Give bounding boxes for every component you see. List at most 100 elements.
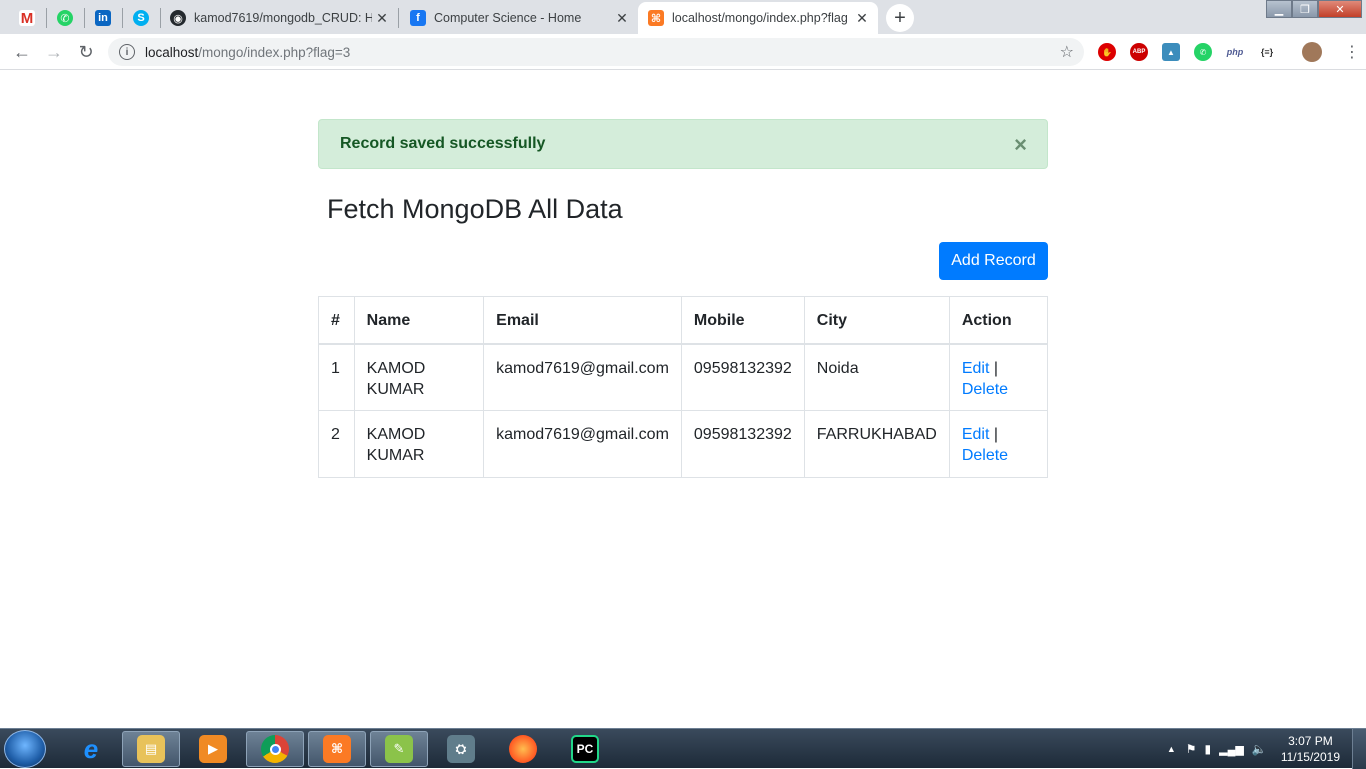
clock-date: 11/15/2019 <box>1280 750 1340 764</box>
json-extension-icon[interactable]: {≡} <box>1258 43 1276 61</box>
gmail-icon: M <box>19 9 35 27</box>
internet-explorer-icon: e <box>83 733 99 764</box>
tab-title: kamod7619/mongodb_CRUD: He <box>194 11 372 25</box>
show-desktop-button[interactable] <box>1352 729 1366 769</box>
column-header: Action <box>948 296 1049 345</box>
firefox-icon <box>509 735 537 763</box>
stop-extension-icon[interactable]: ✋ <box>1098 43 1116 61</box>
row-email: kamod7619@gmail.com <box>483 410 682 478</box>
taskbar-network[interactable]: ⛭ <box>432 731 490 767</box>
reload-icon[interactable]: ↻ <box>74 40 98 64</box>
row-mobile: 09598132392 <box>680 410 805 478</box>
row-city: Noida <box>803 343 950 411</box>
facebook-icon: f <box>410 10 426 26</box>
close-tab-icon[interactable]: ✕ <box>612 10 632 27</box>
taskbar-firefox[interactable] <box>494 731 552 767</box>
action-separator: | <box>993 426 999 443</box>
row-number: 2 <box>318 410 355 478</box>
column-header: Email <box>483 296 682 345</box>
row-city: FARRUKHABAD <box>803 410 950 478</box>
delete-link[interactable]: Delete <box>962 447 1008 464</box>
add-record-button[interactable]: Add Record <box>939 242 1048 280</box>
alert-message: Record saved successfully <box>340 135 546 152</box>
close-icon[interactable]: × <box>1014 132 1027 158</box>
column-header: # <box>318 296 355 345</box>
whatsapp-icon: ✆ <box>57 10 73 26</box>
tab-skype[interactable]: S <box>122 2 160 34</box>
xampp-icon: ⌘ <box>648 10 664 26</box>
success-alert: Record saved successfully × <box>318 119 1048 169</box>
address-bar[interactable]: i localhost/mongo/index.php?flag=3 ☆ <box>108 38 1084 66</box>
url-path: /mongo/index.php?flag=3 <box>198 44 351 60</box>
back-icon[interactable]: ← <box>10 40 34 64</box>
row-name: KAMOD KUMAR <box>353 343 485 411</box>
taskbar-chrome[interactable] <box>246 731 304 767</box>
tab-localhost[interactable]: ⌘ localhost/mongo/index.php?flag ✕ <box>638 2 878 34</box>
xampp-icon: ⌘ <box>323 735 351 763</box>
drive-extension-icon[interactable]: ▲ <box>1162 43 1180 61</box>
bookmark-star-icon[interactable]: ☆ <box>1060 42 1074 62</box>
profile-avatar[interactable] <box>1302 42 1322 62</box>
media-player-icon: ▶ <box>199 735 227 763</box>
tab-linkedin[interactable]: in <box>84 2 122 34</box>
action-separator: | <box>993 359 999 377</box>
folder-icon: ▤ <box>137 735 165 763</box>
taskbar-pycharm[interactable]: PC <box>556 731 614 767</box>
edit-link[interactable]: Edit <box>962 360 990 377</box>
table-row: 2 KAMOD KUMAR kamod7619@gmail.com 095981… <box>318 410 1049 478</box>
network-icon: ⛭ <box>447 735 475 763</box>
row-name: KAMOD KUMAR <box>353 410 485 478</box>
close-tab-icon[interactable]: ✕ <box>852 10 872 27</box>
table-row: 1 KAMOD KUMAR kamod7619@gmail.com 095981… <box>318 343 1049 411</box>
taskbar-notepad[interactable]: ✎ <box>370 731 428 767</box>
tab-whatsapp[interactable]: ✆ <box>46 2 84 34</box>
page-content: Record saved successfully × Fetch MongoD… <box>0 70 1366 728</box>
minimize-icon[interactable]: ▁ <box>1266 0 1292 18</box>
chrome-icon <box>261 735 289 763</box>
taskbar-xampp[interactable]: ⌘ <box>308 731 366 767</box>
system-tray: ▲ ⚑ ▮ ▂▄▆ 🔈 3:07 PM 11/15/2019 <box>1167 729 1366 769</box>
signal-icon[interactable]: ▂▄▆ <box>1219 743 1244 756</box>
window-controls: ▁ ❐ ✕ <box>1266 0 1362 18</box>
taskbar-explorer[interactable]: ▤ <box>122 731 180 767</box>
menu-icon[interactable]: ⋮ <box>1340 40 1364 64</box>
power-icon[interactable]: ▮ <box>1205 742 1212 756</box>
delete-link[interactable]: Delete <box>962 381 1008 398</box>
row-number: 1 <box>318 343 355 411</box>
php-extension-icon[interactable]: php <box>1226 43 1244 61</box>
browser-toolbar: ← → ↻ i localhost/mongo/index.php?flag=3… <box>0 34 1366 70</box>
table-header-row: # Name Email Mobile City Action <box>318 296 1049 345</box>
info-icon[interactable]: i <box>119 44 135 60</box>
tab-title: localhost/mongo/index.php?flag <box>672 11 848 25</box>
page-title: Fetch MongoDB All Data <box>327 194 623 224</box>
notepad-icon: ✎ <box>385 735 413 763</box>
action-center-icon[interactable]: ⚑ <box>1186 742 1197 756</box>
url-host: localhost <box>145 44 199 60</box>
edit-link[interactable]: Edit <box>962 426 990 443</box>
taskbar-ie[interactable]: e <box>62 731 120 767</box>
row-actions: Edit | Delete <box>948 343 1049 411</box>
tray-expand-icon[interactable]: ▲ <box>1167 744 1176 754</box>
volume-icon[interactable]: 🔈 <box>1252 742 1267 756</box>
column-header: Mobile <box>680 296 805 345</box>
taskbar-media[interactable]: ▶ <box>184 731 242 767</box>
column-header: Name <box>353 296 485 345</box>
linkedin-icon: in <box>95 10 111 26</box>
row-actions: Edit | Delete <box>948 410 1049 478</box>
records-table: # Name Email Mobile City Action 1 KAMOD … <box>318 296 1049 478</box>
whatsapp-extension-icon[interactable]: ✆ <box>1194 43 1212 61</box>
clock[interactable]: 3:07 PM 11/15/2019 <box>1281 733 1340 765</box>
start-button[interactable] <box>4 730 46 768</box>
maximize-icon[interactable]: ❐ <box>1292 0 1318 18</box>
forward-icon[interactable]: → <box>42 40 66 64</box>
adblock-icon[interactable]: ABP <box>1130 43 1148 61</box>
close-window-icon[interactable]: ✕ <box>1318 0 1362 18</box>
tab-github[interactable]: ◉ kamod7619/mongodb_CRUD: He ✕ <box>160 2 398 34</box>
row-email: kamod7619@gmail.com <box>483 343 682 411</box>
close-tab-icon[interactable]: ✕ <box>372 10 392 27</box>
pycharm-icon: PC <box>571 735 599 763</box>
tab-gmail[interactable]: M <box>8 2 46 34</box>
github-icon: ◉ <box>170 10 186 26</box>
tab-facebook[interactable]: f Computer Science - Home ✕ <box>400 2 638 34</box>
new-tab-button[interactable]: + <box>886 4 914 32</box>
